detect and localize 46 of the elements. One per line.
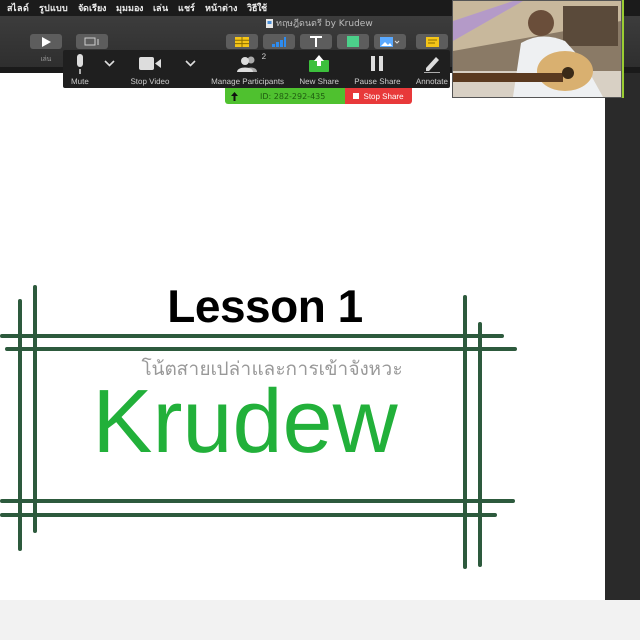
toolbar-button[interactable]	[300, 34, 332, 49]
square-icon	[347, 36, 359, 47]
pin-icon	[231, 92, 238, 100]
menu-item[interactable]: แชร์	[173, 1, 200, 15]
stop-share-button[interactable]: Stop Share	[345, 88, 412, 104]
toolbar-button[interactable]	[374, 34, 406, 49]
menu-item[interactable]: รูปแบบ	[34, 1, 73, 15]
document-title: ทฤษฎีดนตรี by Krudew	[276, 18, 373, 30]
control-button[interactable]: 2 Manage Participants	[211, 52, 284, 86]
image-icon	[380, 36, 400, 46]
menu-item[interactable]: วิธีใช้	[242, 1, 272, 15]
menu-item[interactable]: จัดเรียง	[73, 1, 111, 15]
play-icon	[42, 36, 50, 46]
display-icon	[84, 37, 100, 46]
menu-item[interactable]: เล่น	[148, 1, 173, 15]
menu-item[interactable]: มุมมอง	[111, 1, 148, 15]
meeting-id-bar[interactable]: ID: 282-292-435	[225, 88, 345, 104]
comment-icon	[426, 36, 438, 46]
menu-item[interactable]: สไลด์	[2, 1, 34, 15]
meeting-id: ID: 282-292-435	[260, 92, 326, 100]
control-button[interactable]: Stop Video	[130, 52, 170, 86]
toolbar-button[interactable]	[226, 34, 258, 49]
table-icon	[235, 36, 249, 46]
control-button[interactable]: Mute	[71, 52, 89, 86]
play-button[interactable]	[30, 34, 62, 49]
participant-count: 2	[262, 52, 266, 60]
chart-icon	[272, 36, 286, 46]
toolbar-button[interactable]	[416, 34, 448, 49]
control-button[interactable]: Annotate	[416, 52, 448, 86]
chevron-icon[interactable]	[184, 60, 196, 66]
control-button[interactable]: Pause Share	[354, 52, 401, 86]
menu-item[interactable]: หน้าต่าง	[200, 1, 242, 15]
share-screen-icon	[309, 55, 330, 72]
chevron-icon[interactable]	[104, 60, 116, 66]
stop-icon	[353, 93, 360, 99]
pause-icon	[371, 56, 384, 71]
slide-title: Lesson 1	[167, 279, 363, 334]
participants-icon	[236, 56, 259, 72]
display-button[interactable]	[76, 34, 108, 49]
video-camera-icon	[138, 57, 161, 70]
microphone-icon	[74, 54, 85, 74]
text-icon	[310, 36, 322, 47]
control-button[interactable]: New Share	[299, 52, 339, 86]
pencil-icon	[422, 54, 442, 72]
document-icon	[266, 18, 273, 28]
toolbar-button[interactable]	[337, 34, 369, 49]
